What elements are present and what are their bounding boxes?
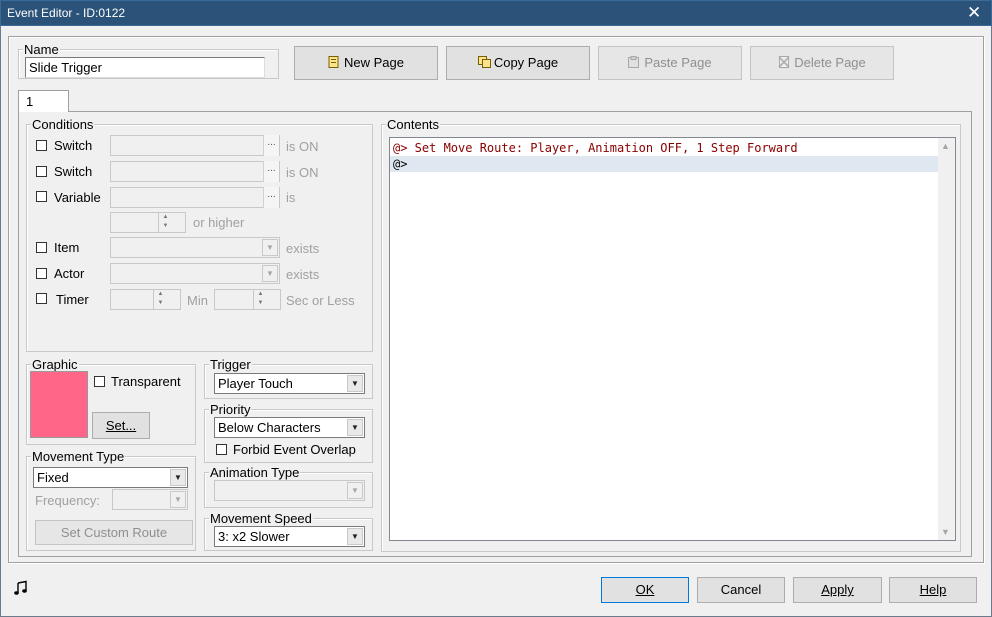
switch1-browse-button[interactable]: ...	[263, 135, 279, 156]
movement-speed-label: Movement Speed	[209, 511, 313, 526]
chevron-down-icon: ▼	[347, 528, 363, 545]
trigger-select[interactable]: Player Touch ▼	[214, 373, 365, 394]
chevron-down-icon: ▼	[347, 482, 363, 499]
actor-suffix: exists	[286, 267, 320, 282]
forbid-overlap-checkbox[interactable]	[216, 444, 227, 455]
switch1-label: Switch	[54, 138, 93, 153]
trigger-label: Trigger	[209, 357, 252, 372]
timer-checkbox[interactable]	[36, 293, 47, 304]
priority-label: Priority	[209, 402, 252, 417]
movement-speed-select[interactable]: 3: x2 Slower ▼	[214, 526, 365, 547]
switch2-field	[110, 161, 280, 182]
set-custom-route-button[interactable]: Set Custom Route	[35, 520, 193, 545]
variable-suffix: is	[286, 190, 296, 205]
transparent-label: Transparent	[111, 374, 181, 389]
paste-page-icon	[628, 48, 640, 68]
timer-sec-label: Sec or Less	[286, 293, 355, 308]
apply-button[interactable]: Apply	[793, 577, 882, 603]
variable-spin-buttons[interactable]: ▲ ▼	[158, 213, 172, 232]
priority-select[interactable]: Below Characters ▼	[214, 417, 365, 438]
vertical-scrollbar[interactable]: ▲ ▼	[938, 138, 955, 540]
chevron-down-icon: ▼	[347, 375, 363, 392]
item-label: Item	[54, 240, 80, 255]
item-checkbox[interactable]	[36, 242, 47, 253]
contents-label: Contents	[386, 117, 441, 132]
item-suffix: exists	[286, 241, 320, 256]
cancel-button[interactable]: Cancel	[697, 577, 785, 603]
variable-label: Variable	[54, 190, 101, 205]
timer-seconds-spin[interactable]: ▲ ▼	[253, 290, 267, 309]
movement-type-label: Movement Type	[31, 449, 126, 464]
name-field[interactable]: Slide Trigger	[25, 57, 265, 78]
paste-page-button[interactable]: Paste Page	[598, 46, 742, 80]
actor-select: ▼	[110, 263, 280, 284]
name-label: Name	[23, 42, 60, 57]
tab-page-1[interactable]: 1	[18, 90, 69, 112]
help-button[interactable]: Help	[889, 577, 977, 603]
timer-minutes-spin[interactable]: ▲ ▼	[153, 290, 167, 309]
copy-page-button[interactable]: Copy Page	[446, 46, 590, 80]
graphic-label: Graphic	[31, 357, 79, 372]
switch2-browse-button[interactable]: ...	[263, 161, 279, 182]
new-page-icon	[328, 48, 339, 68]
event-command-list[interactable]: @> Set Move Route: Player, Animation OFF…	[389, 137, 956, 541]
timer-label: Timer	[56, 292, 89, 307]
new-page-button[interactable]: New Page	[294, 46, 438, 80]
actor-label: Actor	[54, 266, 85, 281]
chevron-down-icon: ▼	[262, 265, 278, 282]
music-note-icon[interactable]	[13, 580, 29, 596]
scroll-up-icon[interactable]: ▲	[941, 141, 950, 151]
movement-type-select[interactable]: Fixed ▼	[33, 467, 188, 488]
chevron-down-icon: ▼	[170, 469, 186, 486]
conditions-label: Conditions	[31, 117, 95, 132]
switch1-checkbox[interactable]	[36, 140, 47, 151]
title-bar: Event Editor - ID:0122 ✕	[0, 0, 992, 26]
switch2-suffix: is ON	[286, 165, 319, 180]
variable-compare-label: or higher	[193, 215, 245, 230]
delete-page-icon	[778, 48, 790, 68]
timer-min-label: Min	[187, 293, 208, 308]
frequency-label: Frequency:	[35, 493, 101, 508]
set-graphic-button[interactable]: Set...	[92, 412, 150, 439]
switch1-field	[110, 135, 280, 156]
command-line-2[interactable]: @>	[390, 156, 938, 172]
actor-checkbox[interactable]	[36, 268, 47, 279]
timer-seconds-field	[214, 289, 281, 310]
variable-value-field	[110, 212, 186, 233]
close-icon[interactable]: ✕	[967, 4, 981, 22]
switch2-checkbox[interactable]	[36, 166, 47, 177]
item-select: ▼	[110, 237, 280, 258]
switch1-suffix: is ON	[286, 139, 319, 154]
transparent-checkbox[interactable]	[94, 376, 105, 387]
delete-page-button[interactable]: Delete Page	[750, 46, 894, 80]
variable-checkbox[interactable]	[36, 191, 47, 202]
variable-field	[110, 187, 280, 208]
frequency-select: ▼	[112, 489, 188, 510]
animation-type-label: Animation Type	[209, 465, 301, 480]
graphic-preview[interactable]	[30, 371, 88, 438]
chevron-down-icon: ▼	[262, 239, 278, 256]
copy-page-icon	[477, 48, 491, 68]
animation-type-select: ▼	[214, 480, 365, 501]
chevron-down-icon: ▼	[347, 419, 363, 436]
timer-minutes-field	[110, 289, 181, 310]
window-title: Event Editor - ID:0122	[7, 6, 126, 20]
variable-browse-button[interactable]: ...	[263, 187, 279, 208]
forbid-overlap-label: Forbid Event Overlap	[233, 442, 356, 457]
tab-label: 1	[26, 94, 34, 109]
ok-button[interactable]: OK	[601, 577, 689, 603]
scroll-down-icon[interactable]: ▼	[941, 527, 950, 537]
chevron-down-icon: ▼	[170, 491, 186, 508]
switch2-label: Switch	[54, 164, 93, 179]
tab-divider	[68, 111, 972, 112]
command-line-1[interactable]: @> Set Move Route: Player, Animation OFF…	[390, 140, 955, 156]
